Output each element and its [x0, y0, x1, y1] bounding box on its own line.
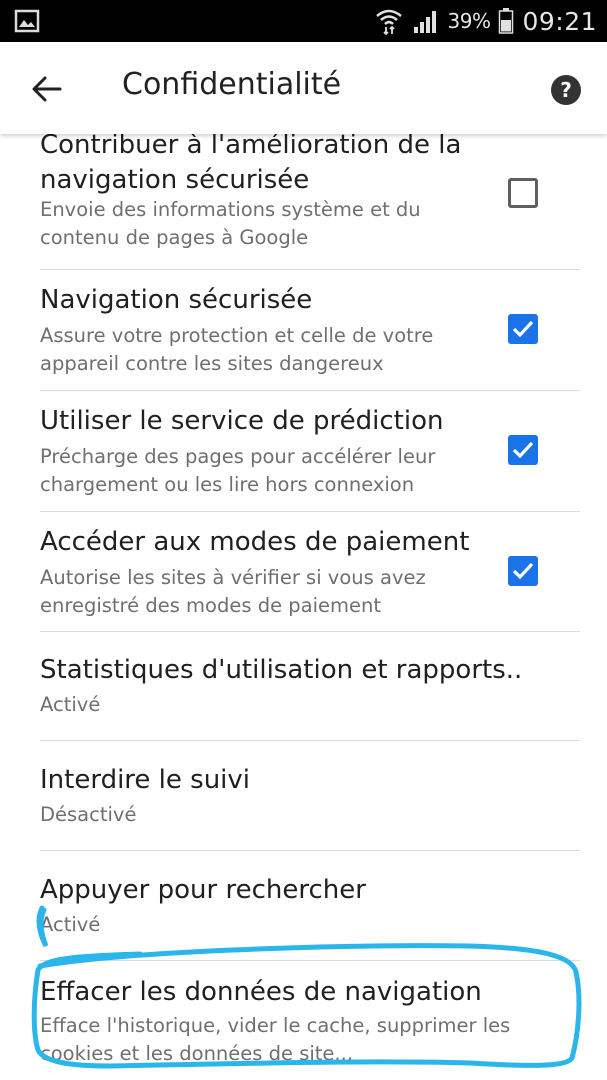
checkbox-checked[interactable]	[508, 314, 538, 344]
setting-title: Contribuer à l'amélioration de la	[40, 134, 462, 160]
setting-title: Statistiques d'utilisation et rapports..	[40, 655, 523, 685]
checkbox-checked[interactable]	[508, 435, 538, 465]
signal-icon	[413, 11, 436, 33]
checkbox-checked[interactable]	[508, 556, 538, 586]
battery-icon	[499, 8, 514, 34]
setting-usage-statistics[interactable]: Statistiques d'utilisation et rapports..…	[0, 632, 607, 740]
page-title: Confidentialité	[122, 67, 342, 102]
battery-percent: 39%	[447, 9, 491, 33]
image-icon	[14, 9, 40, 33]
setting-title: Effacer les données de navigation	[40, 977, 482, 1007]
setting-prediction-service[interactable]: Utiliser le service de prédiction Précha…	[0, 391, 607, 511]
setting-summary: Assure votre protection et celle de votr…	[40, 324, 434, 347]
help-icon[interactable]: ?	[550, 74, 582, 106]
setting-payment-methods[interactable]: Accéder aux modes de paiement Autorise l…	[0, 512, 607, 632]
check-icon	[512, 320, 534, 338]
setting-summary: Efface l'historique, vider le cache, sup…	[40, 1014, 511, 1037]
check-icon	[512, 441, 534, 459]
setting-title: Interdire le suivi	[40, 765, 251, 795]
arrow-back-icon[interactable]	[30, 72, 64, 106]
setting-summary: Autorise les sites à vérifier si vous av…	[40, 566, 426, 589]
setting-summary: Activé	[40, 913, 101, 936]
svg-text:?: ?	[560, 78, 572, 102]
setting-title: Navigation sécurisée	[40, 285, 313, 315]
setting-summary: Précharge des pages pour accélérer leur	[40, 445, 436, 468]
clock: 09:21	[522, 6, 597, 36]
setting-title: Utiliser le service de prédiction	[40, 406, 444, 436]
setting-title: Accéder aux modes de paiement	[40, 527, 470, 557]
setting-summary: chargement ou les lire hors connexion	[40, 473, 415, 496]
setting-summary: Activé	[40, 693, 101, 716]
check-icon	[512, 562, 534, 580]
settings-list: Contribuer à l'amélioration de la naviga…	[0, 134, 607, 1080]
checkbox-unchecked[interactable]	[508, 178, 538, 208]
setting-clear-browsing-data[interactable]: Effacer les données de navigation Efface…	[0, 961, 607, 1080]
setting-summary: cookies et les données de site...	[40, 1042, 354, 1065]
wifi-icon	[375, 9, 402, 36]
status-bar: 39% 09:21	[0, 0, 607, 42]
setting-title: navigation sécurisée	[40, 165, 310, 195]
setting-do-not-track[interactable]: Interdire le suivi Désactivé	[0, 741, 607, 850]
setting-summary: Envoie des informations système et du	[40, 198, 421, 221]
setting-summary: enregistré des modes de paiement	[40, 594, 382, 617]
setting-title: Appuyer pour rechercher	[40, 875, 366, 905]
setting-contribute-safe-browsing[interactable]: Contribuer à l'amélioration de la naviga…	[0, 134, 607, 270]
setting-summary: appareil contre les sites dangereux	[40, 352, 384, 375]
setting-summary: Désactivé	[40, 803, 137, 826]
setting-summary: contenu de pages à Google	[40, 226, 309, 249]
setting-safe-browsing[interactable]: Navigation sécurisée Assure votre protec…	[0, 270, 607, 390]
app-bar: Confidentialité ?	[0, 42, 607, 134]
setting-tap-to-search[interactable]: Appuyer pour rechercher Activé	[0, 851, 607, 960]
